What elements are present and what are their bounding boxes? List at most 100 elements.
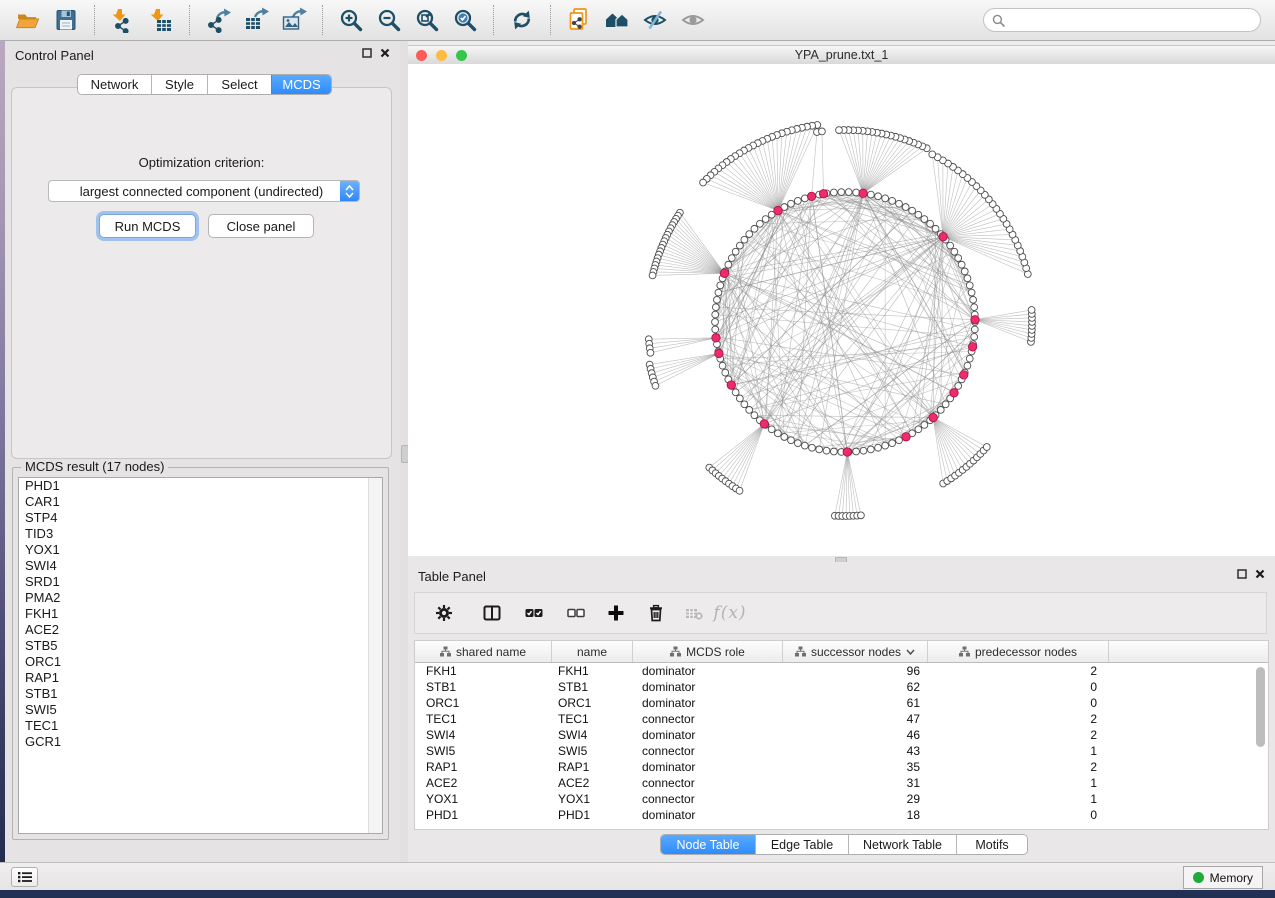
mcds-result-item[interactable]: STB1 xyxy=(19,686,382,702)
network-window-titlebar[interactable]: YPA_prune.txt_1 xyxy=(408,45,1275,65)
mcds-node[interactable] xyxy=(720,269,728,277)
network-node[interactable] xyxy=(915,426,922,433)
network-node[interactable] xyxy=(964,275,971,282)
network-node[interactable] xyxy=(768,426,775,433)
search-input[interactable] xyxy=(1010,12,1252,28)
network-node[interactable] xyxy=(951,248,958,255)
network-node[interactable] xyxy=(719,362,726,369)
run-mcds-button[interactable]: Run MCDS xyxy=(99,214,196,238)
mcds-result-item[interactable]: YOX1 xyxy=(19,542,382,558)
network-node[interactable] xyxy=(942,401,949,408)
network-node[interactable] xyxy=(809,444,816,451)
network-node[interactable] xyxy=(932,225,939,232)
network-node[interactable] xyxy=(774,430,781,437)
zoom-fit-button[interactable] xyxy=(408,4,446,36)
network-node[interactable] xyxy=(921,216,928,223)
network-node[interactable] xyxy=(860,447,867,454)
mcds-node[interactable] xyxy=(971,316,979,324)
network-node[interactable] xyxy=(845,189,852,196)
network-node[interactable] xyxy=(889,440,896,447)
network-node[interactable] xyxy=(746,231,753,238)
mcds-node[interactable] xyxy=(712,334,720,342)
network-node[interactable] xyxy=(937,407,944,414)
network-node[interactable] xyxy=(794,440,801,447)
network-node[interactable] xyxy=(983,444,990,451)
network-node[interactable] xyxy=(652,382,659,389)
network-node[interactable] xyxy=(751,412,758,419)
network-node[interactable] xyxy=(927,220,934,227)
network-node[interactable] xyxy=(971,333,978,340)
tab-mcds[interactable]: MCDS xyxy=(271,75,331,94)
network-node[interactable] xyxy=(947,242,954,249)
network-node[interactable] xyxy=(781,434,788,441)
mcds-result-item[interactable]: GCR1 xyxy=(19,734,382,750)
network-node[interactable] xyxy=(882,195,889,202)
network-node[interactable] xyxy=(853,448,860,455)
table-row[interactable]: ORC1ORC1dominator610 xyxy=(415,695,1268,711)
optimization-criterion-select[interactable]: largest connected component (undirected) xyxy=(48,180,360,202)
column-header-MCDS-role[interactable]: MCDS role xyxy=(633,641,783,662)
mcds-node[interactable] xyxy=(939,233,947,241)
network-node[interactable] xyxy=(838,189,845,196)
network-node[interactable] xyxy=(909,207,916,214)
mcds-list-scrollbar[interactable] xyxy=(368,478,382,833)
open-file-button[interactable] xyxy=(9,4,47,36)
network-node[interactable] xyxy=(857,512,864,519)
mcds-result-item[interactable]: FKH1 xyxy=(19,606,382,622)
network-node[interactable] xyxy=(736,242,743,249)
memory-button[interactable]: Memory xyxy=(1183,866,1263,889)
network-node[interactable] xyxy=(649,272,656,279)
mcds-node[interactable] xyxy=(960,371,968,379)
deselect-all-button[interactable] xyxy=(561,596,591,630)
network-node[interactable] xyxy=(700,179,707,186)
export-table-button[interactable] xyxy=(237,4,275,36)
export-network-button[interactable] xyxy=(199,4,237,36)
network-node[interactable] xyxy=(741,401,748,408)
network-node[interactable] xyxy=(896,437,903,444)
table-row[interactable]: FKH1FKH1dominator962 xyxy=(415,663,1268,679)
mcds-result-item[interactable]: STB5 xyxy=(19,638,382,654)
zoom-selected-button[interactable] xyxy=(446,4,484,36)
network-node[interactable] xyxy=(915,211,922,218)
mcds-node[interactable] xyxy=(774,206,782,214)
mcds-node[interactable] xyxy=(902,433,910,441)
network-node[interactable] xyxy=(966,282,973,289)
network-node[interactable] xyxy=(725,261,732,268)
tab-style[interactable]: Style xyxy=(151,75,207,94)
save-session-button[interactable] xyxy=(47,4,85,36)
network-node[interactable] xyxy=(712,311,719,318)
network-node[interactable] xyxy=(882,442,889,449)
hide-selected-button[interactable] xyxy=(636,4,674,36)
network-node[interactable] xyxy=(751,225,758,232)
mcds-result-item[interactable]: SWI4 xyxy=(19,558,382,574)
mcds-result-item[interactable]: ACE2 xyxy=(19,622,382,638)
network-node[interactable] xyxy=(889,197,896,204)
network-node[interactable] xyxy=(971,326,978,333)
mcds-result-item[interactable]: STP4 xyxy=(19,510,382,526)
mcds-node[interactable] xyxy=(968,343,976,351)
network-node[interactable] xyxy=(830,448,837,455)
network-node[interactable] xyxy=(819,128,826,135)
network-node[interactable] xyxy=(961,268,968,275)
mcds-result-item[interactable]: ORC1 xyxy=(19,654,382,670)
settings-button[interactable] xyxy=(429,596,459,630)
tab-select[interactable]: Select xyxy=(207,75,271,94)
zoom-in-button[interactable] xyxy=(332,4,370,36)
close-panel-icon[interactable] xyxy=(1255,569,1265,579)
first-neighbors-button[interactable] xyxy=(598,4,636,36)
mcds-result-item[interactable]: RAP1 xyxy=(19,670,382,686)
mcds-node[interactable] xyxy=(715,349,723,357)
network-node[interactable] xyxy=(756,220,763,227)
mcds-result-item[interactable]: SRD1 xyxy=(19,574,382,590)
table-row[interactable]: YOX1YOX1connector291 xyxy=(415,791,1268,807)
network-node[interactable] xyxy=(746,407,753,414)
mcds-result-item[interactable]: TEC1 xyxy=(19,718,382,734)
task-history-button[interactable] xyxy=(11,867,38,887)
mcds-node[interactable] xyxy=(760,420,768,428)
vertical-splitter[interactable] xyxy=(400,41,408,862)
network-node[interactable] xyxy=(971,304,978,311)
float-panel-icon[interactable] xyxy=(1237,569,1247,579)
mcds-node[interactable] xyxy=(819,190,827,198)
add-column-button[interactable] xyxy=(601,596,631,630)
network-node[interactable] xyxy=(801,442,808,449)
